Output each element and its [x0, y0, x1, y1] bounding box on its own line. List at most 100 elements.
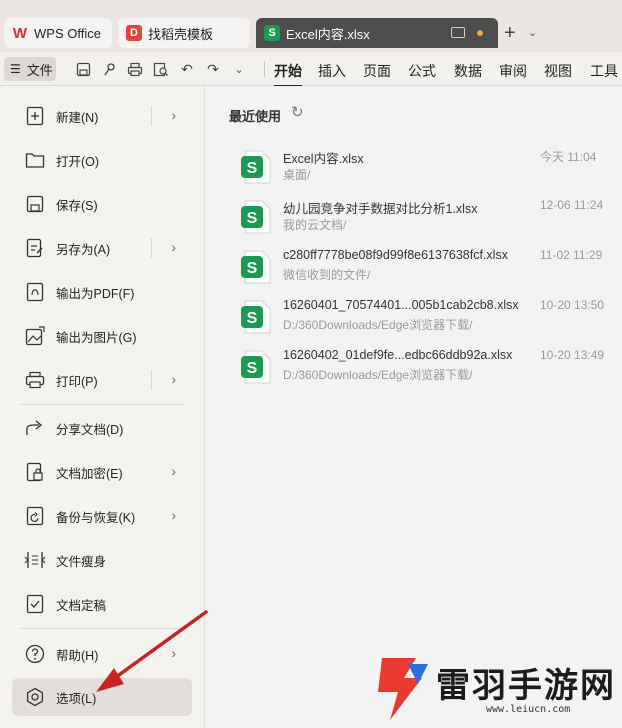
- quick-toolbar: ☰ 文件 ↶ ↷ ⌄ 开始 插入 页面 公式 数据 审阅 视图 工具: [0, 52, 622, 87]
- menu-item-help[interactable]: 帮助(H) ›: [12, 636, 192, 672]
- encrypt-icon: [24, 461, 46, 483]
- spreadsheet-file-icon: S: [241, 350, 271, 384]
- chevron-right-icon[interactable]: ›: [171, 239, 176, 255]
- menu-divider: [151, 370, 152, 390]
- recent-file-date: 10-20 13:49: [540, 348, 605, 362]
- save-as-icon: [24, 237, 46, 259]
- recent-file-row[interactable]: S 16260402_01def9fe...edbc66ddb92a.xlsx D:…: [241, 344, 611, 390]
- tab-excel-document[interactable]: S Excel内容.xlsx: [256, 18, 498, 48]
- print-quick-icon[interactable]: [126, 60, 144, 78]
- menu-item-new[interactable]: 新建(N) ›: [12, 98, 192, 134]
- menu-item-encrypt[interactable]: 文档加密(E) ›: [12, 454, 192, 490]
- menu-item-export-image-label: 输出为图片(G): [56, 330, 137, 345]
- print-preview-icon[interactable]: [152, 60, 170, 78]
- chevron-right-icon[interactable]: ›: [171, 371, 176, 387]
- unsaved-dot-icon: [477, 30, 483, 36]
- recent-file-row[interactable]: S Excel内容.xlsx 桌面/今天 11:04: [241, 144, 611, 190]
- menu-item-new-label: 新建(N): [56, 110, 99, 125]
- menu-item-export-pdf[interactable]: 输出为PDF(F): [12, 274, 192, 310]
- menu-item-share[interactable]: 分享文档(D): [12, 410, 192, 446]
- help-icon: [24, 643, 46, 665]
- recent-files-panel: 最近使用 ↻ S Excel内容.xlsx 桌面/今天 11:04 S 幼儿园竞争对手数…: [205, 86, 622, 728]
- tab-start[interactable]: 开始: [274, 61, 302, 87]
- tab-excel-label: Excel内容.xlsx: [286, 26, 370, 42]
- file-menu-button[interactable]: ☰ 文件: [4, 57, 56, 81]
- menu-item-open-label: 打开(O): [56, 154, 100, 169]
- clip-icon[interactable]: [100, 60, 118, 78]
- toolbar-divider: [264, 61, 265, 77]
- watermark-text: 雷羽手游网: [436, 667, 616, 705]
- tab-formula[interactable]: 公式: [408, 61, 436, 81]
- chevron-right-icon[interactable]: ›: [171, 507, 176, 523]
- tab-review[interactable]: 审阅: [499, 61, 527, 81]
- spreadsheet-icon: S: [264, 25, 280, 41]
- chevron-right-icon[interactable]: ›: [171, 645, 176, 661]
- tab-tools[interactable]: 工具: [590, 61, 618, 81]
- menu-item-export-image[interactable]: 输出为图片(G): [12, 318, 192, 354]
- menu-item-finalize[interactable]: 文档定稿: [12, 586, 192, 622]
- menu-item-print[interactable]: 打印(P) ›: [12, 362, 192, 398]
- menu-item-backup[interactable]: 备份与恢复(K) ›: [12, 498, 192, 534]
- new-file-icon: [24, 105, 46, 127]
- save-quick-icon[interactable]: [74, 60, 92, 78]
- svg-text:S: S: [247, 210, 258, 227]
- menu-item-finalize-label: 文档定稿: [56, 598, 107, 613]
- title-tab-bar: W WPS Office D 找稻壳模板 S Excel内容.xlsx + ⌄: [0, 0, 622, 52]
- recent-file-name: 16260401_70574401...005b1cab2cb8.xlsx: [283, 298, 519, 312]
- more-chevron-down-icon[interactable]: ⌄: [230, 60, 248, 78]
- menu-item-slim-label: 文件瘦身: [56, 554, 107, 569]
- save-icon: [24, 193, 46, 215]
- recent-file-path: 桌面/: [283, 168, 311, 182]
- site-watermark: 雷羽手游网 www.leiucn.com: [368, 650, 622, 728]
- menu-separator: [20, 628, 184, 629]
- menu-item-open[interactable]: 打开(O): [12, 142, 192, 178]
- open-folder-icon: [24, 149, 46, 171]
- redo-icon[interactable]: ↷: [204, 60, 222, 78]
- menu-item-help-label: 帮助(H): [56, 648, 99, 663]
- recent-file-row[interactable]: Sc280ff7778be08f9d99f8e6137638fcf.xlsx 微信…: [241, 244, 611, 290]
- spreadsheet-file-icon: S: [241, 150, 271, 184]
- chevron-right-icon[interactable]: ›: [171, 107, 176, 123]
- recent-title: 最近使用: [229, 109, 282, 124]
- menu-item-save[interactable]: 保存(S): [12, 186, 192, 222]
- menu-item-encrypt-label: 文档加密(E): [56, 466, 123, 481]
- menu-divider: [151, 238, 152, 258]
- menu-item-slim[interactable]: 文件瘦身: [12, 542, 192, 578]
- monitor-icon[interactable]: [451, 27, 465, 38]
- file-menu-label: 文件: [26, 62, 53, 78]
- recent-file-row[interactable]: S 16260401_70574401...005b1cab2cb8.xlsx D:…: [241, 294, 611, 340]
- tab-find-template[interactable]: D 找稻壳模板: [118, 18, 250, 48]
- menu-item-options-label: 选项(L): [56, 691, 97, 706]
- chevron-down-icon[interactable]: ⌄: [528, 26, 537, 39]
- tab-insert[interactable]: 插入: [318, 61, 346, 81]
- recent-file-date: 10-20 13:50: [540, 298, 605, 312]
- tab-wps-label: WPS Office: [34, 25, 101, 41]
- recent-file-date: 今天 11:04: [540, 150, 597, 164]
- watermark-url: www.leiucn.com: [486, 704, 571, 715]
- chevron-right-icon[interactable]: ›: [171, 463, 176, 479]
- print-icon: [24, 369, 46, 391]
- menu-item-options[interactable]: 选项(L): [12, 678, 192, 716]
- menu-separator: [20, 404, 184, 405]
- refresh-icon[interactable]: ↻: [291, 103, 304, 121]
- wps-logo-icon: W: [12, 24, 28, 42]
- recent-file-name: 幼儿园竞争对手数据对比分析1.xlsx: [283, 202, 478, 216]
- tab-page[interactable]: 页面: [363, 61, 391, 81]
- options-gear-icon: [24, 686, 46, 708]
- spreadsheet-file-icon: S: [241, 250, 271, 284]
- menu-item-print-label: 打印(P): [56, 374, 98, 389]
- recent-file-row[interactable]: S 幼儿园竞争对手数据对比分析1.xlsx 我的云文档/12-06 11:24: [241, 194, 611, 240]
- tab-view[interactable]: 视图: [544, 61, 572, 81]
- export-pdf-icon: [24, 281, 46, 303]
- tab-wps-office[interactable]: W WPS Office: [4, 18, 112, 48]
- spreadsheet-file-icon: S: [241, 200, 271, 234]
- recent-file-name: 16260402_01def9fe...edbc66ddb92a.xlsx: [283, 348, 513, 362]
- file-menu-panel: 新建(N) › 打开(O) 保存(S) 另存为(A) › 输出为PDF(F) 输…: [0, 86, 205, 728]
- recent-file-date: 11-02 11:29: [540, 248, 603, 262]
- tab-data[interactable]: 数据: [454, 61, 482, 81]
- undo-icon[interactable]: ↶: [178, 60, 196, 78]
- menu-item-save-as[interactable]: 另存为(A) ›: [12, 230, 192, 266]
- recent-file-path: D:/360Downloads/Edge浏览器下载/: [283, 318, 473, 332]
- svg-text:S: S: [247, 260, 258, 277]
- new-tab-plus-icon[interactable]: +: [504, 22, 516, 45]
